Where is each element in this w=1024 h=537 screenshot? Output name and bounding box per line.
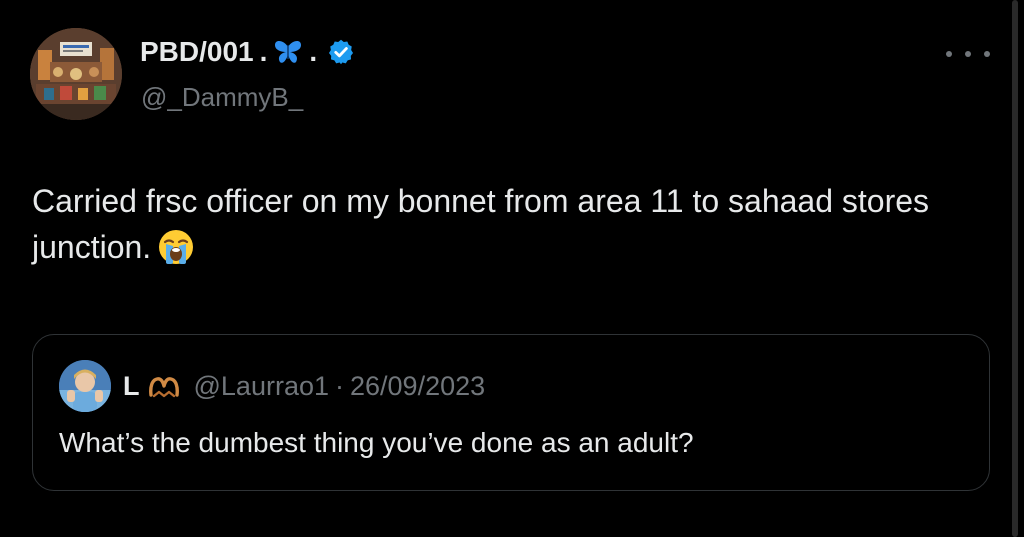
name-separator: . — [259, 36, 268, 67]
author-display-name[interactable]: PBD/001 . . — [140, 36, 355, 68]
more-options-button[interactable] — [946, 40, 990, 68]
more-horizontal-icon-dot — [984, 51, 990, 57]
quoted-avatar-image — [59, 360, 111, 412]
blue-butterfly-icon — [275, 41, 302, 63]
quoted-author-avatar[interactable] — [59, 360, 111, 412]
quoted-tweet-text: What’s the dumbest thing you’ve done as … — [59, 427, 694, 458]
author-avatar[interactable] — [30, 28, 122, 120]
quoted-tweet-header: L @Laurrao1 · 26/09/2023 — [123, 371, 485, 402]
quoted-author-name[interactable]: L — [123, 371, 140, 402]
author-name-text: PBD/001 — [140, 36, 254, 67]
quoted-separator: · — [335, 371, 344, 401]
more-horizontal-icon-dot — [946, 51, 952, 57]
verified-badge-icon[interactable] — [327, 38, 355, 66]
name-separator-2: . — [309, 36, 318, 67]
heart-hands-icon — [148, 376, 179, 397]
quoted-date[interactable]: 26/09/2023 — [350, 371, 485, 402]
loudly-crying-face-icon — [159, 230, 194, 264]
avatar-image — [30, 28, 122, 120]
quoted-author-handle[interactable]: @Laurrao1 — [194, 371, 330, 402]
tweet-body: Carried frsc officer on my bonnet from a… — [32, 178, 992, 270]
more-horizontal-icon-dot — [965, 51, 971, 57]
quoted-tweet-card[interactable]: L @Laurrao1 · 26/09/2023 What’s the dumb… — [32, 334, 990, 491]
scrollbar[interactable] — [1012, 0, 1018, 537]
author-handle[interactable]: @_DammyB_ — [141, 82, 303, 113]
